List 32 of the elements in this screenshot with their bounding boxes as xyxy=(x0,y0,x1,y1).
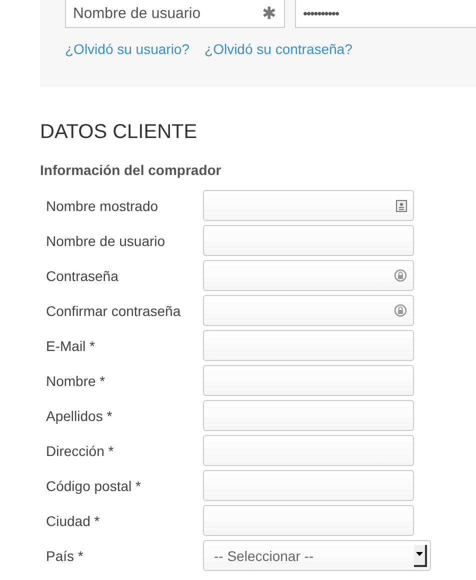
contact-card-icon xyxy=(396,200,407,212)
forgot-link[interactable]: ¿Olvidó su contraseña? xyxy=(204,41,352,57)
input-field[interactable] xyxy=(203,260,414,291)
input-field[interactable] xyxy=(203,505,414,536)
field-label: Nombre mostrado xyxy=(46,198,160,214)
field-label: Nombre * xyxy=(46,372,106,388)
field-label: E-Mail * xyxy=(46,338,96,354)
field-label: Apellidos * xyxy=(46,408,114,424)
forgot-link[interactable]: ¿Olvidó su usuario? xyxy=(65,41,190,57)
field-label: Confirmar contraseña xyxy=(46,302,182,318)
field-label: Nombre de usuario xyxy=(46,232,166,248)
required-mark: ✱ xyxy=(262,3,276,24)
input-field[interactable] xyxy=(203,400,414,431)
section-subtitle: Información del comprador xyxy=(40,161,222,179)
input-field[interactable] xyxy=(203,295,414,326)
field-label: Ciudad * xyxy=(46,512,101,528)
input-field[interactable] xyxy=(203,365,414,396)
password-field[interactable]: •••••••••• xyxy=(295,0,476,28)
country-select[interactable]: -- Seleccionar -- xyxy=(203,540,431,571)
field-label: Dirección * xyxy=(46,442,115,458)
input-field[interactable] xyxy=(203,190,414,221)
field-label: Contraseña xyxy=(46,268,120,284)
input-field[interactable] xyxy=(203,225,414,256)
input-field[interactable] xyxy=(203,435,414,466)
username-field[interactable]: Nombre de usuario ✱ xyxy=(65,0,285,28)
lock-icon xyxy=(394,269,407,282)
field-label: País * xyxy=(46,548,84,564)
lock-icon xyxy=(394,304,407,317)
field-label: Código postal * xyxy=(46,478,142,494)
input-field[interactable] xyxy=(203,470,414,501)
input-field[interactable] xyxy=(203,330,414,361)
section-title: DATOS CLIENTE xyxy=(40,120,198,144)
